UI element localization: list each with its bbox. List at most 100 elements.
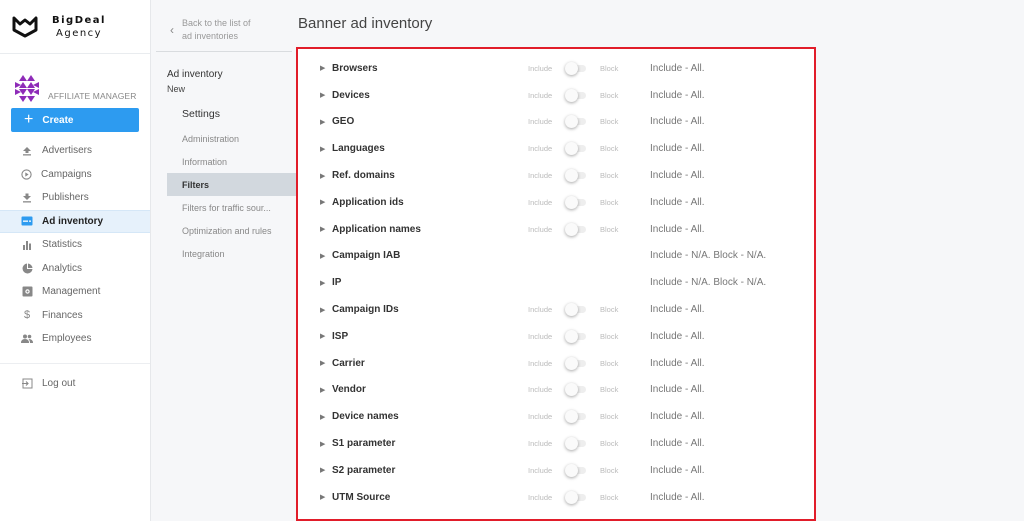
nav-item-campaigns[interactable]: Campaigns <box>0 163 150 187</box>
expand-caret-icon[interactable]: ▶ <box>320 279 325 287</box>
back-link-line-2: ad inventories <box>182 31 239 41</box>
filter-name[interactable]: Campaign IAB <box>332 250 400 261</box>
toggle-knob <box>565 61 578 75</box>
expand-caret-icon[interactable]: ▶ <box>320 64 325 72</box>
expand-caret-icon[interactable]: ▶ <box>320 252 325 260</box>
filter-name[interactable]: Device names <box>332 411 399 422</box>
filter-name[interactable]: Campaign IDs <box>332 304 399 315</box>
filter-name[interactable]: Languages <box>332 143 385 154</box>
filter-name[interactable]: GEO <box>332 116 354 127</box>
filter-name[interactable]: Vendor <box>332 384 366 395</box>
expand-caret-icon[interactable]: ▶ <box>320 91 325 99</box>
nav-item-finances[interactable]: $ Finances <box>0 304 150 328</box>
filter-name[interactable]: UTM Source <box>332 492 390 503</box>
brand[interactable]: BigDeal Agency <box>0 0 150 54</box>
include-block-toggle[interactable] <box>565 169 587 183</box>
block-label: Block <box>600 224 619 234</box>
filter-row: ▶ Vendor Include Block Include - All. <box>298 377 814 404</box>
include-block-toggle[interactable] <box>565 437 587 451</box>
nav-item-analytics[interactable]: Analytics <box>0 257 150 281</box>
nav-item-management[interactable]: Management <box>0 280 150 304</box>
settings-item-filters[interactable]: Filters <box>167 173 297 196</box>
block-label: Block <box>600 171 619 181</box>
expand-caret-icon[interactable]: ▶ <box>320 172 325 180</box>
filter-row: ▶ Application ids Include Block Include - Al… <box>298 189 814 216</box>
expand-caret-icon[interactable]: ▶ <box>320 118 325 126</box>
filter-name[interactable]: S1 parameter <box>332 438 395 449</box>
filter-status: Include - All. <box>650 357 705 369</box>
nav-item-label: Finances <box>42 309 83 321</box>
nav-item-statistics[interactable]: Statistics <box>0 233 150 257</box>
page-title: Banner ad inventory <box>298 15 433 32</box>
expand-caret-icon[interactable]: ▶ <box>320 413 325 421</box>
include-block-toggle[interactable] <box>565 115 587 129</box>
expand-caret-icon[interactable]: ▶ <box>320 386 325 394</box>
block-label: Block <box>600 439 619 449</box>
filter-name[interactable]: Carrier <box>332 358 365 369</box>
role-logo-icon <box>15 75 39 102</box>
expand-caret-icon[interactable]: ▶ <box>320 493 325 501</box>
expand-caret-icon[interactable]: ▶ <box>320 440 325 448</box>
include-label: Include <box>528 439 553 449</box>
filter-status: Include - All. <box>650 89 705 101</box>
filter-name[interactable]: S2 parameter <box>332 465 395 476</box>
include-label: Include <box>528 117 553 127</box>
filter-name[interactable]: Devices <box>332 90 370 101</box>
include-block-toggle[interactable] <box>565 490 587 504</box>
expand-caret-icon[interactable]: ▶ <box>320 225 325 233</box>
include-block-toggle[interactable] <box>565 88 587 102</box>
back-to-list-link[interactable]: ‹ Back to the list of ad inventories <box>156 0 292 52</box>
nav-item-ad-inventory[interactable]: Ad inventory <box>0 209 150 233</box>
include-label: Include <box>528 90 553 100</box>
toggle-knob <box>565 490 578 504</box>
include-label: Include <box>528 465 553 475</box>
settings-item-administration[interactable]: Administration <box>167 127 297 150</box>
filter-name[interactable]: Ref. domains <box>332 170 395 181</box>
toggle-knob <box>565 222 578 236</box>
expand-caret-icon[interactable]: ▶ <box>320 359 325 367</box>
include-block-toggle[interactable] <box>565 383 587 397</box>
filter-row: ▶ Languages Include Block Include - All. <box>298 135 814 162</box>
nav-item-advertisers[interactable]: Advertisers <box>0 139 150 163</box>
settings-item-information[interactable]: Information <box>167 150 297 173</box>
nav-item-label: Campaigns <box>41 168 92 180</box>
filter-name[interactable]: Application names <box>332 224 421 235</box>
filter-row: ▶ UTM Source Include Block Include - All. <box>298 484 814 511</box>
expand-caret-icon[interactable]: ▶ <box>320 306 325 314</box>
filter-name[interactable]: Application ids <box>332 197 404 208</box>
filter-row: ▶ Campaign IDs Include Block Include - All. <box>298 296 814 323</box>
include-block-toggle[interactable] <box>565 410 587 424</box>
include-block-toggle[interactable] <box>565 463 587 477</box>
toggle-knob <box>565 169 578 183</box>
expand-caret-icon[interactable]: ▶ <box>320 145 325 153</box>
main-nav: Advertisers Campaigns Publishers Ad inve… <box>0 139 150 395</box>
include-block-toggle[interactable] <box>565 329 587 343</box>
include-block-toggle[interactable] <box>565 222 587 236</box>
filter-row: ▶ Browsers Include Block Include - All. <box>298 55 814 82</box>
settings-item-filters-for-traffic-sources[interactable]: Filters for traffic sour... <box>167 196 297 219</box>
expand-caret-icon[interactable]: ▶ <box>320 466 325 474</box>
nav-item-publishers[interactable]: Publishers <box>0 186 150 210</box>
filter-name[interactable]: ISP <box>332 331 348 342</box>
block-label: Block <box>600 90 619 100</box>
create-button[interactable]: + Create <box>11 108 139 132</box>
block-label: Block <box>600 144 619 154</box>
filter-name[interactable]: IP <box>332 277 341 288</box>
expand-caret-icon[interactable]: ▶ <box>320 198 325 206</box>
filter-name[interactable]: Browsers <box>332 63 378 74</box>
nav-item-label: Publishers <box>42 192 89 204</box>
nav-item-label: Management <box>42 286 101 298</box>
include-block-toggle[interactable] <box>565 356 587 370</box>
include-label: Include <box>528 144 553 154</box>
settings-item-integration[interactable]: Integration <box>167 242 297 265</box>
settings-item-optimization-and-rules[interactable]: Optimization and rules <box>167 219 297 242</box>
include-block-toggle[interactable] <box>565 303 587 317</box>
include-block-toggle[interactable] <box>565 142 587 156</box>
people-icon <box>21 333 33 345</box>
nav-item-employees[interactable]: Employees <box>0 327 150 351</box>
include-block-toggle[interactable] <box>565 195 587 209</box>
nav-item-log-out[interactable]: Log out <box>0 372 150 396</box>
expand-caret-icon[interactable]: ▶ <box>320 332 325 340</box>
include-block-toggle[interactable] <box>565 61 587 75</box>
back-link-text: Back to the list of ad inventories <box>182 17 251 43</box>
